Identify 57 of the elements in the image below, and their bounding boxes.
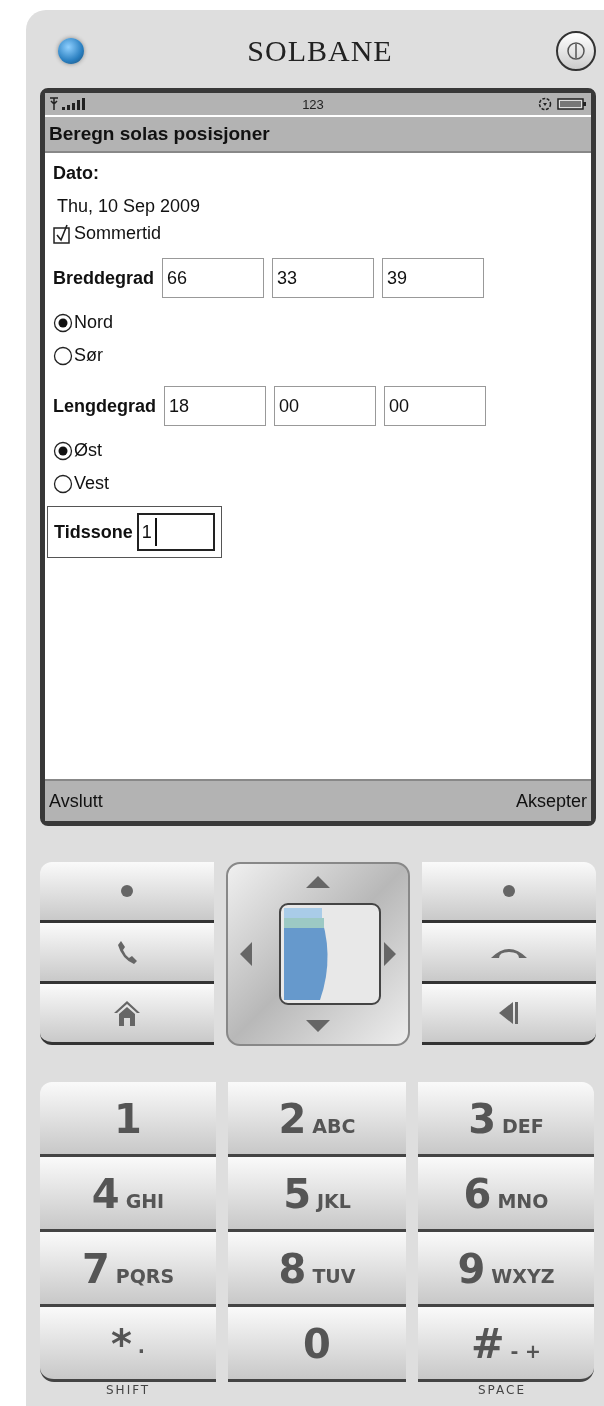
power-icon: [565, 40, 587, 62]
field-label: Tidssone: [54, 521, 133, 543]
number-field[interactable]: 39: [382, 258, 485, 298]
key-caption: SHIFT: [106, 1383, 151, 1397]
radio-label: Nord: [74, 312, 113, 333]
keypad-key[interactable]: *·: [40, 1307, 216, 1382]
keypad-key[interactable]: 2 ABC: [228, 1082, 406, 1157]
radio-button[interactable]: [53, 473, 73, 494]
app-title: SOLBANE: [247, 34, 393, 68]
keypad-key[interactable]: 9 WXYZ: [418, 1232, 594, 1307]
dot-icon: [120, 884, 134, 898]
keypad-key[interactable]: 0: [228, 1307, 406, 1382]
power-button[interactable]: [556, 31, 596, 71]
radio-label: Sør: [74, 345, 103, 366]
keypad-key[interactable]: 1: [40, 1082, 216, 1157]
soft-key[interactable]: [422, 862, 596, 923]
dot-icon: [502, 884, 516, 898]
number-field[interactable]: 66: [162, 258, 265, 298]
number-field[interactable]: 33: [272, 258, 375, 298]
field-label: Lengdegrad: [53, 395, 156, 417]
checkbox-row[interactable]: Sommertid: [53, 223, 583, 244]
timezone-field[interactable]: 1: [136, 513, 215, 551]
checkbox-label: Sommertid: [74, 223, 162, 244]
end-call-key[interactable]: [422, 923, 596, 984]
keypad-key[interactable]: 7 PQRS: [40, 1232, 216, 1307]
softkey-right[interactable]: Aksepter: [515, 790, 587, 812]
gear-icon: [537, 96, 553, 112]
number-field[interactable]: 18: [164, 386, 266, 426]
field-label: Breddegrad: [53, 267, 155, 289]
radio-button[interactable]: [53, 312, 73, 333]
key-caption: SPACE: [477, 1383, 526, 1397]
soft-key[interactable]: [40, 862, 214, 923]
radio-button[interactable]: [53, 345, 73, 366]
radio-label: Øst: [74, 440, 102, 461]
number-field[interactable]: 00: [274, 386, 376, 426]
radio-label: Vest: [74, 473, 110, 494]
keypad-key[interactable]: 8 TUV: [228, 1232, 406, 1307]
date-value: Thu, 10 Sep 2009: [57, 196, 202, 217]
home-key[interactable]: [40, 984, 214, 1045]
indicator-light: [58, 38, 84, 64]
keypad-key[interactable]: 6 MNO: [418, 1157, 594, 1232]
number-field[interactable]: 00: [384, 386, 486, 426]
keypad-key[interactable]: #- +: [418, 1307, 594, 1382]
screen-title: Beregn solas posisjoner: [45, 117, 591, 153]
backspace-icon: [497, 1000, 521, 1026]
battery-icon: [557, 97, 587, 111]
keypad-key[interactable]: 3 DEF: [418, 1082, 594, 1157]
call-key[interactable]: [40, 923, 214, 984]
checkbox[interactable]: [53, 224, 73, 244]
radio-button[interactable]: [53, 440, 73, 461]
date-label: Dato:: [53, 163, 100, 184]
input-mode: 123: [302, 96, 324, 112]
softkey-left[interactable]: Avslutt: [49, 790, 103, 812]
keypad-key[interactable]: 5 JKL: [228, 1157, 406, 1232]
keypad-key[interactable]: 4 GHI: [40, 1157, 216, 1232]
home-icon: [112, 999, 142, 1027]
back-key[interactable]: [422, 984, 596, 1045]
